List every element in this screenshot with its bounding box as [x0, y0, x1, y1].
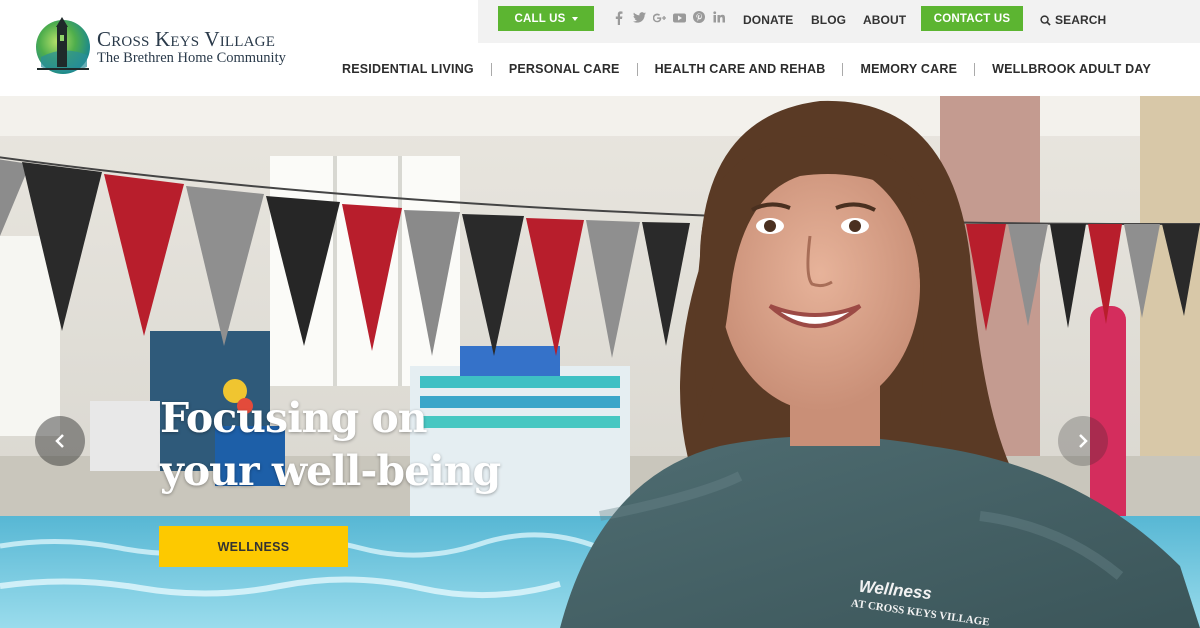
- nav-item-wellbrook-adult-day[interactable]: WELLBROOK ADULT DAY: [980, 62, 1163, 76]
- site-header: Cross Keys Village The Brethren Home Com…: [0, 0, 1200, 96]
- nav-divider: [974, 62, 976, 76]
- utility-bar: CALL US DONATE BLOG ABOUT CONTACT US SEA…: [478, 0, 1200, 43]
- main-nav: RESIDENTIAL LIVING PERSONAL CARE HEALTH …: [330, 62, 1163, 76]
- twitter-icon[interactable]: [632, 11, 646, 27]
- pinterest-icon[interactable]: [692, 11, 706, 27]
- chevron-left-icon: [55, 434, 64, 448]
- youtube-icon[interactable]: [672, 11, 686, 27]
- linkedin-icon[interactable]: [712, 11, 726, 27]
- facebook-icon[interactable]: [612, 11, 626, 27]
- carousel-next-button[interactable]: [1058, 416, 1108, 466]
- hero-headline: Focusing on your well-being: [160, 392, 501, 498]
- nav-divider: [842, 62, 844, 76]
- social-links: [612, 11, 726, 27]
- nav-item-personal-care[interactable]: PERSONAL CARE: [497, 62, 632, 76]
- hero-headline-line1: Focusing on: [160, 394, 428, 442]
- nav-item-health-care-and-rehab[interactable]: HEALTH CARE AND REHAB: [643, 62, 838, 76]
- carousel-prev-button[interactable]: [35, 416, 85, 466]
- blog-link[interactable]: BLOG: [811, 13, 846, 27]
- brand-name: Cross Keys Village: [97, 27, 276, 51]
- call-us-button[interactable]: CALL US: [498, 6, 594, 31]
- google-plus-icon[interactable]: [652, 11, 666, 27]
- brand-tagline: The Brethren Home Community: [97, 50, 286, 66]
- search-icon: [1040, 14, 1051, 26]
- hero-headline-line2: your well-being: [160, 447, 501, 495]
- contact-us-button[interactable]: CONTACT US: [921, 6, 1023, 31]
- search-button[interactable]: SEARCH: [1040, 13, 1106, 27]
- chevron-down-icon: [571, 16, 578, 21]
- chevron-right-icon: [1079, 434, 1088, 448]
- logo-emblem-icon: [33, 15, 93, 75]
- donate-link[interactable]: DONATE: [743, 13, 793, 27]
- nav-divider: [636, 62, 638, 76]
- nav-divider: [490, 62, 492, 76]
- call-us-label: CALL US: [514, 12, 566, 25]
- about-link[interactable]: ABOUT: [863, 13, 906, 27]
- wellness-button[interactable]: WELLNESS: [159, 526, 348, 567]
- nav-item-residential-living[interactable]: RESIDENTIAL LIVING: [330, 62, 486, 76]
- search-label: SEARCH: [1055, 13, 1107, 27]
- logo[interactable]: Cross Keys Village The Brethren Home Com…: [33, 15, 286, 75]
- nav-item-memory-care[interactable]: MEMORY CARE: [848, 62, 969, 76]
- hero-carousel: Wellness AT CROSS KEYS VILLAGE Focusing …: [0, 96, 1200, 628]
